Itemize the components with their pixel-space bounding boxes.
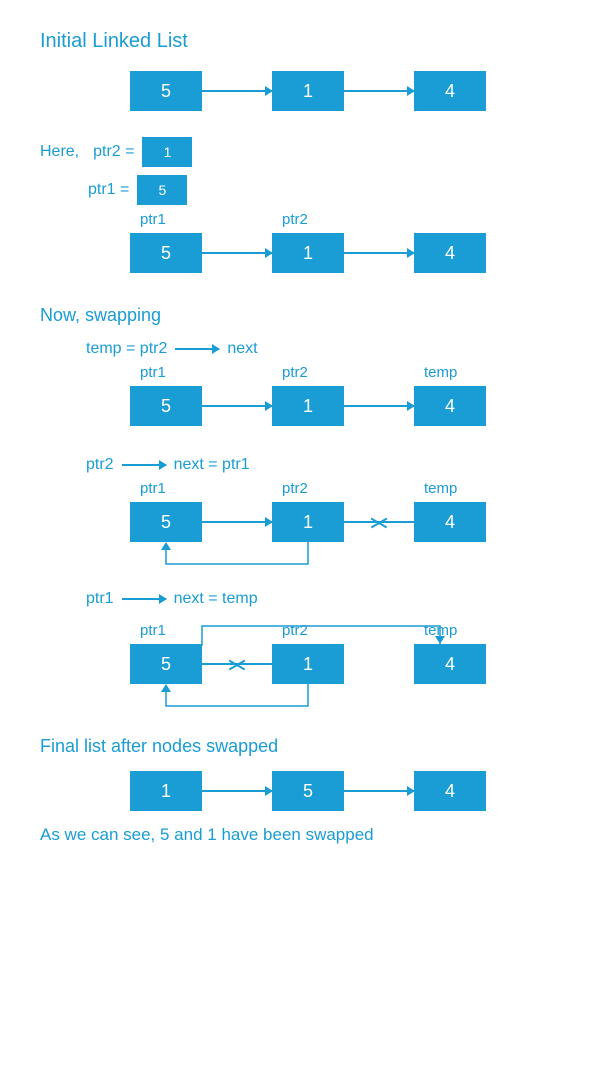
step3-expr: ptr1 next = temp — [86, 590, 555, 608]
node-wrap: temp 4 — [414, 502, 486, 542]
temp-label: temp — [424, 622, 457, 639]
node: 1 — [272, 644, 344, 684]
node-wrap: ptr1 5 — [130, 233, 202, 273]
arrow-icon — [122, 464, 166, 466]
ptr1-eq-label: ptr1 = — [88, 181, 129, 199]
node-wrap: ptr2 1 — [272, 644, 344, 684]
node: 4 — [414, 386, 486, 426]
node: 5 — [130, 502, 202, 542]
node: 4 — [414, 771, 486, 811]
pointer-def-section: Here, ptr2 = 1 ptr1 = 5 ptr1 5 ptr2 1 4 — [40, 137, 555, 273]
final-list-row: 1 5 4 — [130, 771, 555, 811]
arrow-icon — [202, 790, 272, 792]
step3-rhs: next = temp — [174, 590, 258, 608]
arrow-icon — [344, 90, 414, 92]
arrow-icon — [202, 405, 272, 407]
node: 5 — [130, 233, 202, 273]
node-wrap: ptr1 5 — [130, 502, 202, 542]
arrow-icon — [202, 90, 272, 92]
ptr2-value-node: 1 — [142, 137, 192, 167]
step2-lhs: ptr2 — [86, 456, 114, 474]
labeled-list-row: ptr1 5 ptr2 1 4 — [130, 233, 555, 273]
arrow-icon — [344, 790, 414, 792]
ptr1-label: ptr1 — [140, 211, 166, 228]
node: 1 — [130, 771, 202, 811]
ptr2-label: ptr2 — [282, 622, 308, 639]
step2-row: ptr1 5 ptr2 1 temp 4 — [130, 502, 555, 542]
conclusion-text: As we can see, 5 and 1 have been swapped — [40, 825, 555, 845]
here-label: Here, — [40, 143, 79, 161]
arrow-icon — [175, 348, 219, 350]
node: 4 — [414, 502, 486, 542]
ptr1-label: ptr1 — [140, 480, 166, 497]
ptr2-definition: Here, ptr2 = 1 — [40, 137, 555, 167]
node-wrap: ptr2 1 — [272, 502, 344, 542]
step2-expr: ptr2 next = ptr1 — [86, 456, 555, 474]
arrow-icon — [202, 521, 272, 523]
ptr1-value-node: 5 — [137, 175, 187, 205]
swapping-title: Now, swapping — [40, 305, 555, 326]
node-wrap: ptr2 1 — [272, 233, 344, 273]
step3-lhs: ptr1 — [86, 590, 114, 608]
step2-rhs: next = ptr1 — [174, 456, 250, 474]
ptr1-label: ptr1 — [140, 364, 166, 381]
ptr2-label: ptr2 — [282, 364, 308, 381]
node: 1 — [272, 233, 344, 273]
step3-row: ptr1 5 ptr2 1 temp 4 — [130, 644, 555, 684]
node: 4 — [414, 233, 486, 273]
step1-row: ptr1 5 ptr2 1 temp 4 — [130, 386, 555, 426]
step1-rhs: next — [227, 340, 257, 358]
arrow-icon — [344, 252, 414, 254]
initial-section: Initial Linked List 5 1 4 — [40, 30, 555, 111]
node-wrap: temp 4 — [414, 386, 486, 426]
node: 5 — [130, 644, 202, 684]
step1-lhs: temp = ptr2 — [86, 340, 167, 358]
node: 4 — [414, 71, 486, 111]
temp-label: temp — [424, 480, 457, 497]
arrow-icon — [344, 405, 414, 407]
node: 5 — [272, 771, 344, 811]
step2-section: ptr2 next = ptr1 ptr1 5 ptr2 1 temp 4 — [40, 456, 555, 542]
temp-label: temp — [424, 364, 457, 381]
ptr2-label: ptr2 — [282, 211, 308, 228]
x-icon — [370, 513, 388, 531]
ptr2-eq-label: ptr2 = — [93, 143, 134, 161]
step1-expr: temp = ptr2 next — [86, 340, 555, 358]
initial-list-row: 5 1 4 — [130, 71, 555, 111]
node: 5 — [130, 71, 202, 111]
node-wrap: temp 4 — [414, 644, 486, 684]
final-title: Final list after nodes swapped — [40, 736, 555, 757]
node: 1 — [272, 502, 344, 542]
initial-title: Initial Linked List — [40, 30, 555, 53]
x-icon — [228, 655, 246, 673]
ptr2-label: ptr2 — [282, 480, 308, 497]
node-wrap: ptr1 5 — [130, 386, 202, 426]
node: 5 — [130, 386, 202, 426]
node: 4 — [414, 644, 486, 684]
ptr1-definition: ptr1 = 5 — [88, 175, 555, 205]
step3-section: ptr1 next = temp ptr1 5 ptr2 1 temp 4 — [40, 590, 555, 684]
node: 1 — [272, 71, 344, 111]
node: 1 — [272, 386, 344, 426]
ptr1-label: ptr1 — [140, 622, 166, 639]
step1-section: temp = ptr2 next ptr1 5 ptr2 1 temp 4 — [40, 340, 555, 426]
arrow-icon — [122, 598, 166, 600]
node-wrap: ptr2 1 — [272, 386, 344, 426]
broken-link — [202, 663, 272, 665]
broken-link — [344, 521, 414, 523]
arrow-icon — [202, 252, 272, 254]
node-wrap: ptr1 5 — [130, 644, 202, 684]
